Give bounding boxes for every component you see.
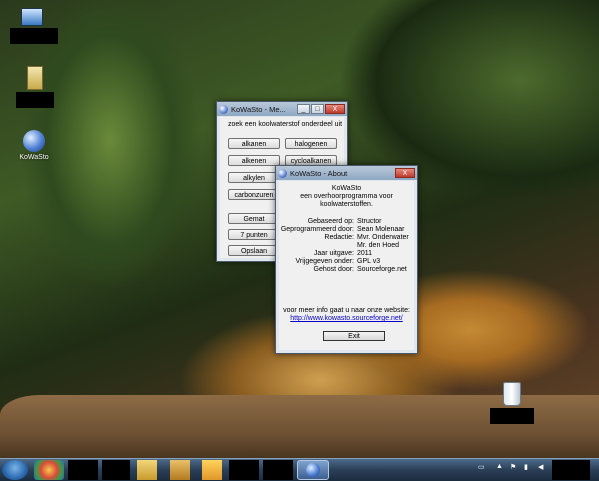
outlook-icon[interactable]: [202, 460, 222, 480]
tray-volume-icon[interactable]: ◀: [538, 463, 543, 471]
tray-show-hidden-icon[interactable]: ▲: [496, 463, 503, 470]
start-button[interactable]: [2, 460, 28, 480]
7-punten-button[interactable]: 7 punten: [228, 229, 280, 240]
opslaan-button[interactable]: Opslaan: [228, 245, 280, 256]
desktop-icon-kowasto[interactable]: KoWaSto: [12, 130, 56, 161]
about-description-1: een overhoorprogramma voor: [300, 193, 393, 200]
about-description-2: koolwaterstoffen.: [320, 201, 373, 208]
alkanen-button[interactable]: alkanen: [228, 138, 280, 149]
info-value: Structor: [357, 218, 382, 225]
redacted-label: [16, 92, 54, 108]
kowasto-taskbar-button[interactable]: [297, 460, 329, 480]
tray-clock-redacted[interactable]: [552, 460, 590, 480]
user-folder-icon: [27, 66, 43, 90]
media-player-icon[interactable]: [170, 460, 190, 480]
info-key: Gehost door:: [313, 266, 354, 273]
info-key: Vrijgegeven onder:: [295, 258, 354, 265]
info-key: Gebaseerd op:: [307, 218, 354, 225]
website-link[interactable]: http://www.kowasto.sourceforge.net/: [290, 315, 402, 322]
alkenen-button[interactable]: alkenen: [228, 155, 280, 166]
tray-flag-icon[interactable]: ⚑: [510, 463, 516, 471]
info-value: 2011: [357, 250, 373, 257]
about-window-body: KoWaSto een overhoorprogramma voor koolw…: [279, 181, 414, 350]
kowasto-globe-icon: [23, 130, 45, 152]
desktop-icon-label: KoWaSto: [19, 154, 49, 161]
alkylen-button[interactable]: alkylen: [228, 172, 280, 183]
menu-window-titlebar[interactable]: KoWaSto - Me... _ □ X: [217, 102, 347, 116]
info-value: Mvr. Onderwater: [357, 234, 409, 241]
app-icon: [219, 104, 228, 114]
desktop-icon-computer[interactable]: [10, 6, 58, 44]
website-link-row: http://www.kowasto.sourceforge.net/: [279, 315, 414, 322]
info-value: Mr. den Hoed: [357, 242, 400, 249]
redacted-label: [490, 408, 534, 424]
gemat-button[interactable]: Gemat: [228, 213, 280, 224]
kowasto-globe-icon: [306, 463, 320, 477]
desktop-icon-user-folder[interactable]: [13, 66, 57, 108]
about-window[interactable]: KoWaSto - About X KoWaSto een overhoorpr…: [275, 165, 418, 354]
tray-network-icon[interactable]: ▭: [478, 463, 485, 471]
explorer-folder-icon[interactable]: [137, 460, 157, 480]
exit-button[interactable]: Exit: [323, 331, 385, 341]
carbonzuren-button[interactable]: carbonzuren: [228, 189, 280, 200]
taskbar: ▭ ▲ ⚑ ▮ ◀: [0, 458, 599, 481]
app-icon: [278, 168, 287, 178]
computer-icon: [21, 8, 43, 26]
about-window-titlebar[interactable]: KoWaSto - About X: [276, 166, 417, 180]
about-app-name: KoWaSto: [331, 185, 362, 192]
info-value: Sourceforge.net: [357, 266, 407, 273]
info-value: Sean Molenaar: [357, 226, 405, 233]
menu-window-title: KoWaSto - Me...: [231, 104, 286, 114]
redacted-label: [10, 28, 58, 44]
info-value: GPL v3: [357, 258, 381, 265]
more-info-text: voor meer info gaat u naar onze website:: [283, 307, 410, 314]
minimize-button[interactable]: _: [297, 104, 310, 114]
taskbar-redacted-item[interactable]: [102, 460, 130, 480]
taskbar-redacted-item[interactable]: [263, 460, 293, 480]
menu-header: zoek een koolwaterstof onderdeel uit: [228, 121, 343, 128]
close-button[interactable]: X: [325, 104, 345, 114]
info-key: Geprogrammeerd door:: [280, 226, 354, 233]
maximize-button[interactable]: □: [311, 104, 324, 114]
tray-battery-icon[interactable]: ▮: [524, 463, 528, 471]
info-key: Jaar uitgave:: [313, 250, 354, 257]
taskbar-redacted-item[interactable]: [68, 460, 98, 480]
info-key: Redactie:: [324, 234, 354, 241]
recycle-bin-icon: [503, 382, 521, 406]
close-button[interactable]: X: [395, 168, 415, 178]
taskbar-redacted-item[interactable]: [229, 460, 259, 480]
chrome-taskbar-icon[interactable]: [34, 460, 64, 480]
about-window-title: KoWaSto - About: [290, 168, 348, 178]
halogenen-button[interactable]: halogenen: [285, 138, 337, 149]
desktop-icon-recycle-bin[interactable]: [490, 382, 534, 424]
